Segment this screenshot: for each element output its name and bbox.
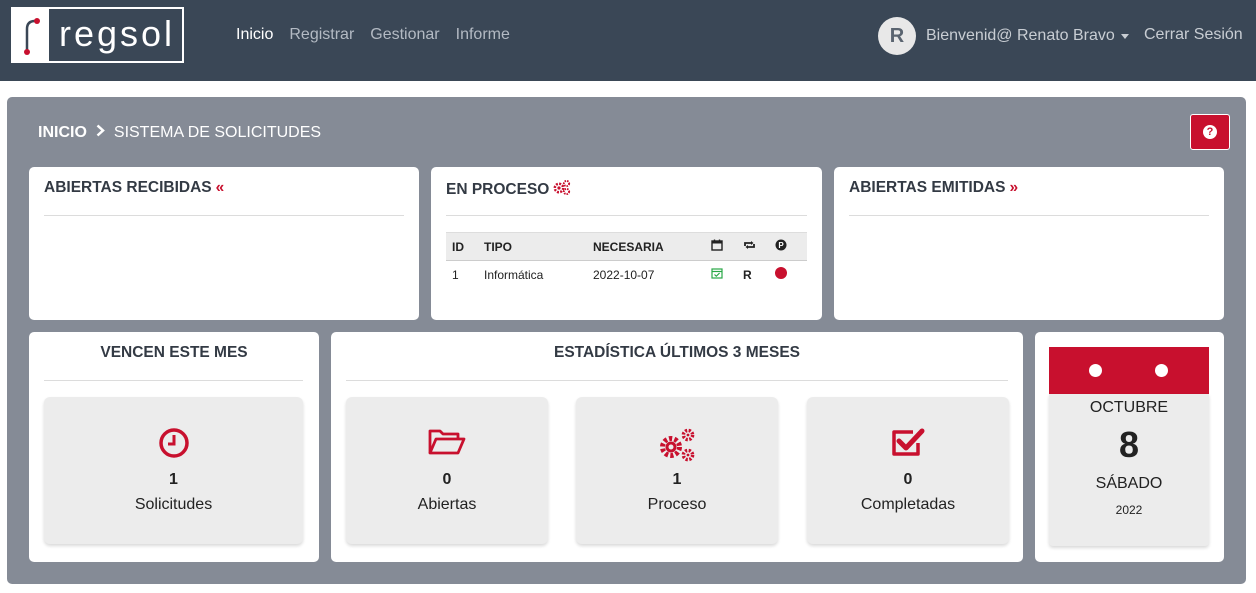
breadcrumb-root[interactable]: INICIO bbox=[38, 124, 87, 142]
nav-inicio[interactable]: Inicio bbox=[236, 26, 273, 44]
col-id[interactable]: ID bbox=[446, 232, 478, 261]
nav-informe[interactable]: Informe bbox=[456, 26, 510, 44]
calendar-header bbox=[1049, 347, 1209, 394]
divider bbox=[44, 215, 404, 216]
card-title: ABIERTAS EMITIDAS » bbox=[849, 179, 1018, 197]
regsol-logo[interactable]: regsol bbox=[11, 7, 184, 63]
stat-solicitudes[interactable]: 1 Solicitudes bbox=[44, 397, 303, 544]
calendar-day: 8 bbox=[1118, 424, 1140, 465]
breadcrumb-current: SISTEMA DE SOLICITUDES bbox=[113, 124, 322, 141]
breadcrumb: INICIO SISTEMA DE SOLICITUDES bbox=[38, 124, 321, 142]
stat-proceso[interactable]: 1 Proceso bbox=[576, 397, 778, 544]
card-calendar: OCTUBRE 8 SÁBADO 2022 bbox=[1035, 332, 1224, 562]
calendar-weekday: SÁBADO bbox=[1095, 475, 1163, 492]
cell-necesaria: 2022-10-07 bbox=[593, 267, 655, 282]
calendar-icon[interactable] bbox=[705, 232, 737, 261]
nav-registrar[interactable]: Registrar bbox=[289, 26, 354, 44]
folder-open-icon bbox=[346, 427, 548, 461]
card-estadistica: ESTADÍSTICA ÚLTIMOS 3 MESES 0 Abiertas 1… bbox=[331, 332, 1023, 562]
logout-link[interactable]: Cerrar Sesión bbox=[1144, 26, 1243, 44]
divider bbox=[849, 215, 1209, 216]
stat-label: Completadas bbox=[860, 496, 956, 513]
cell-tipo: Informática bbox=[484, 267, 544, 282]
table-row[interactable]: 1 Informática 2022-10-07 R bbox=[446, 261, 807, 289]
card-title: ESTADÍSTICA ÚLTIMOS 3 MESES bbox=[553, 344, 800, 361]
card-title-text: ABIERTAS EMITIDAS bbox=[849, 179, 1006, 196]
card-title: VENCEN ESTE MES bbox=[100, 344, 248, 361]
stat-count: 1 bbox=[169, 471, 178, 488]
calendar-ring-icon bbox=[1089, 364, 1102, 377]
stat-completadas[interactable]: 0 Completadas bbox=[807, 397, 1009, 544]
divider bbox=[44, 380, 303, 381]
user-menu[interactable]: R Bienvenid@ Renato Bravo bbox=[878, 17, 1129, 55]
calendar-body: OCTUBRE 8 SÁBADO 2022 bbox=[1049, 394, 1209, 546]
proceso-table: ID TIPO NECESARIA P 1 Informática 2022-1… bbox=[446, 232, 807, 289]
clock-icon bbox=[44, 427, 303, 461]
col-tipo[interactable]: TIPO bbox=[478, 232, 587, 261]
col-necesaria[interactable]: NECESARIA bbox=[587, 232, 705, 261]
repeat-icon[interactable] bbox=[737, 232, 769, 261]
avatar[interactable]: R bbox=[878, 17, 916, 55]
chevron-right-icon bbox=[96, 124, 105, 142]
double-left-arrow-icon: « bbox=[215, 179, 225, 196]
stat-label: Abiertas bbox=[417, 496, 477, 513]
card-title-text: ABIERTAS RECIBIDAS bbox=[44, 179, 212, 196]
card-title: ABIERTAS RECIBIDAS « bbox=[44, 179, 224, 197]
stat-label: Solicitudes bbox=[134, 496, 213, 513]
card-abiertas-emitidas: ABIERTAS EMITIDAS » bbox=[834, 167, 1224, 320]
logo-text: regsol bbox=[59, 13, 176, 54]
calendar-month: OCTUBRE bbox=[1089, 399, 1169, 416]
question-circle-icon: ? bbox=[1203, 125, 1217, 139]
cell-repeat: R bbox=[743, 267, 752, 282]
calendar-ring-icon bbox=[1155, 364, 1168, 377]
gears-icon bbox=[576, 427, 778, 462]
svg-text:P: P bbox=[778, 241, 784, 250]
help-button[interactable]: ? bbox=[1190, 114, 1230, 150]
gears-icon bbox=[553, 179, 571, 200]
card-vencen-este-mes: VENCEN ESTE MES 1 Solicitudes bbox=[29, 332, 319, 562]
nav-gestionar[interactable]: Gestionar bbox=[370, 26, 439, 44]
card-title-text: EN PROCESO bbox=[446, 180, 550, 198]
divider bbox=[346, 380, 1008, 381]
card-en-proceso: EN PROCESO ID TIPO NECESARIA P 1 Informá… bbox=[431, 167, 822, 320]
stat-count: 0 bbox=[442, 471, 452, 488]
divider bbox=[446, 215, 807, 216]
chevron-down-icon[interactable] bbox=[1120, 33, 1129, 39]
stat-abiertas[interactable]: 0 Abiertas bbox=[346, 397, 548, 544]
logo-mark-icon bbox=[13, 9, 49, 61]
double-right-arrow-icon: » bbox=[1009, 179, 1019, 196]
stat-label: Proceso bbox=[647, 496, 707, 513]
main-panel: INICIO SISTEMA DE SOLICITUDES ? ABIERTAS… bbox=[7, 97, 1246, 584]
priority-dot bbox=[769, 261, 807, 289]
card-title: EN PROCESO bbox=[446, 179, 571, 200]
calendar-year: 2022 bbox=[1115, 503, 1143, 517]
calendar-check-icon bbox=[705, 261, 737, 289]
stat-count: 1 bbox=[672, 471, 682, 488]
navbar: regsol Inicio Registrar Gestionar Inform… bbox=[0, 0, 1256, 81]
cell-id: 1 bbox=[452, 267, 459, 282]
user-greeting[interactable]: Bienvenid@ Renato Bravo bbox=[926, 27, 1115, 45]
main-nav: Inicio Registrar Gestionar Informe bbox=[236, 26, 510, 44]
card-abiertas-recibidas: ABIERTAS RECIBIDAS « bbox=[29, 167, 419, 320]
check-square-icon bbox=[807, 427, 1009, 461]
stat-count: 0 bbox=[903, 471, 913, 488]
priority-icon[interactable]: P bbox=[769, 232, 807, 261]
